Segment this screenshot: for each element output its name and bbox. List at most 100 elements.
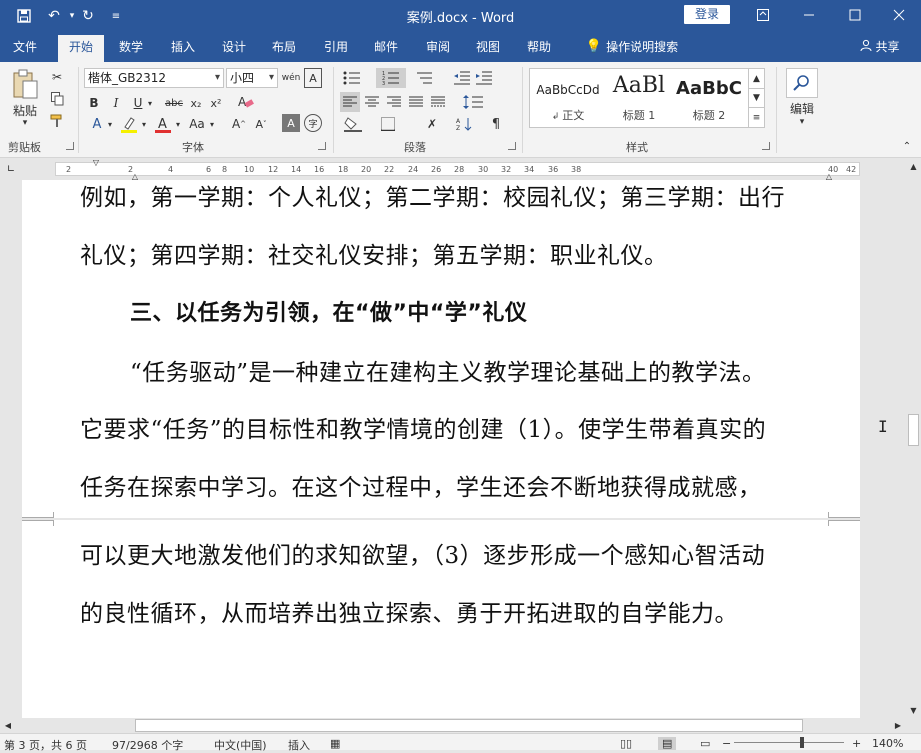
- right-indent-marker[interactable]: △: [824, 172, 834, 181]
- highlight-icon[interactable]: [118, 114, 140, 134]
- superscript-icon[interactable]: x²: [208, 94, 224, 112]
- strikethrough-icon[interactable]: abc: [162, 94, 186, 112]
- paragraph-launcher-icon[interactable]: [508, 142, 516, 150]
- search-icon[interactable]: [786, 68, 818, 98]
- paste-dropdown-icon[interactable]: ▾: [20, 118, 30, 128]
- align-left-icon[interactable]: [340, 92, 360, 112]
- font-color-dropdown-icon[interactable]: ▾: [174, 114, 182, 134]
- language[interactable]: 中文(中国): [214, 737, 267, 753]
- text-effects-dropdown-icon[interactable]: ▾: [106, 114, 114, 134]
- decrease-indent-icon[interactable]: [452, 68, 472, 88]
- vertical-scroll-thumb[interactable]: [908, 414, 919, 446]
- editing-button[interactable]: 编辑: [782, 100, 822, 116]
- bullets-icon[interactable]: [340, 68, 364, 88]
- hanging-indent-marker[interactable]: △: [130, 172, 140, 181]
- change-case-icon[interactable]: Aa: [186, 114, 208, 134]
- justify-icon[interactable]: [406, 92, 426, 112]
- copy-icon[interactable]: [48, 90, 66, 108]
- web-layout-icon[interactable]: ▭: [700, 737, 710, 750]
- ribbon-display-options-icon[interactable]: [740, 0, 786, 30]
- page-3[interactable]: 例如，第一学期：个人礼仪；第二学期：校园礼仪；第三学期：出行 礼仪；第四学期：社…: [22, 180, 860, 518]
- increase-indent-icon[interactable]: [474, 68, 494, 88]
- clear-formatting-icon[interactable]: A: [236, 92, 256, 112]
- style-heading-1[interactable]: AaBl 标题 1: [606, 69, 672, 127]
- document-area[interactable]: 例如，第一学期：个人礼仪；第二学期：校园礼仪；第三学期：出行 礼仪；第四学期：社…: [0, 180, 906, 718]
- format-painter-icon[interactable]: [48, 112, 66, 130]
- tab-math[interactable]: 数学: [110, 32, 152, 62]
- save-icon[interactable]: [14, 6, 34, 26]
- horizontal-ruler[interactable]: ∟ 2 2 4 6 8 10 12 14 16 18 20 22 24 26 2…: [0, 158, 921, 181]
- styles-more-icon[interactable]: ≡: [748, 107, 764, 127]
- scroll-left-icon[interactable]: ◀: [2, 719, 14, 732]
- italic-icon[interactable]: I: [108, 94, 124, 112]
- styles-scroll-down-icon[interactable]: ▼: [748, 88, 764, 107]
- zoom-level[interactable]: 140%: [872, 737, 903, 750]
- macro-record-icon[interactable]: ▦: [330, 737, 340, 750]
- undo-icon[interactable]: ↶: [44, 6, 64, 26]
- tab-references[interactable]: 引用: [315, 32, 357, 62]
- borders-icon[interactable]: [376, 114, 400, 134]
- zoom-slider-thumb[interactable]: [800, 737, 804, 748]
- style-normal[interactable]: AaBbCcDd ↲ 正文: [532, 69, 604, 127]
- first-line-indent-marker[interactable]: ▽: [91, 158, 101, 167]
- paste-button[interactable]: 粘贴: [8, 102, 42, 118]
- shading-icon[interactable]: [340, 114, 366, 134]
- tell-me-search[interactable]: 💡 操作说明搜索: [578, 32, 686, 62]
- character-shading-icon[interactable]: A: [282, 114, 300, 132]
- tab-mailings[interactable]: 邮件: [365, 32, 407, 62]
- insert-mode[interactable]: 插入: [288, 737, 310, 753]
- character-border-icon[interactable]: A: [304, 68, 322, 88]
- enclose-characters-icon[interactable]: 字: [304, 114, 322, 132]
- grow-font-icon[interactable]: A ^: [230, 114, 248, 134]
- zoom-slider[interactable]: [734, 742, 844, 743]
- underline-icon[interactable]: U: [130, 94, 146, 112]
- horizontal-scroll-thumb[interactable]: [135, 719, 803, 732]
- close-button[interactable]: [876, 0, 921, 30]
- tab-layout[interactable]: 布局: [263, 32, 305, 62]
- bold-icon[interactable]: B: [86, 94, 102, 112]
- tab-selector-icon[interactable]: ∟: [4, 162, 18, 176]
- subscript-icon[interactable]: x₂: [188, 94, 204, 112]
- scroll-right-icon[interactable]: ▶: [892, 719, 904, 732]
- text-effects-icon[interactable]: A: [86, 114, 108, 134]
- collapse-ribbon-icon[interactable]: ⌃: [900, 140, 914, 152]
- styles-scroll-up-icon[interactable]: ▲: [748, 69, 764, 88]
- customize-quick-access-icon[interactable]: ≡: [106, 6, 126, 26]
- vertical-scrollbar[interactable]: ▲ ▼: [906, 158, 921, 718]
- sort-icon[interactable]: AZ: [454, 114, 474, 134]
- line-spacing-icon[interactable]: [460, 92, 486, 112]
- paste-icon[interactable]: [8, 68, 42, 100]
- zoom-out-icon[interactable]: −: [722, 737, 731, 750]
- horizontal-scrollbar[interactable]: ◀ ▶: [0, 718, 921, 733]
- numbering-icon[interactable]: 123: [376, 68, 406, 88]
- style-heading-2[interactable]: AaBbC 标题 2: [676, 69, 742, 127]
- scroll-up-icon[interactable]: ▲: [908, 160, 919, 172]
- page-count[interactable]: 第 3 页，共 6 页: [4, 737, 87, 753]
- chinese-layout-icon[interactable]: ✗: [420, 114, 444, 134]
- read-mode-icon[interactable]: ▯▯: [620, 737, 632, 750]
- multilevel-list-icon[interactable]: [412, 68, 436, 88]
- zoom-in-icon[interactable]: +: [852, 737, 861, 750]
- font-size-combo[interactable]: 小四 ▾: [226, 68, 278, 88]
- font-launcher-icon[interactable]: [318, 142, 326, 150]
- minimize-button[interactable]: [786, 0, 832, 30]
- styles-launcher-icon[interactable]: [762, 142, 770, 150]
- show-formatting-marks-icon[interactable]: ¶: [486, 114, 506, 134]
- underline-dropdown-icon[interactable]: ▾: [146, 94, 154, 112]
- redo-icon[interactable]: ↻: [78, 6, 98, 26]
- tab-design[interactable]: 设计: [213, 32, 255, 62]
- tab-file[interactable]: 文件: [4, 32, 46, 62]
- align-right-icon[interactable]: [384, 92, 404, 112]
- tab-insert[interactable]: 插入: [162, 32, 204, 62]
- phonetic-guide-icon[interactable]: wén: [282, 68, 301, 88]
- page-4[interactable]: 可以更大地激发他们的求知欲望，（3）逐步形成一个感知心智活动 的良性循环，从而培…: [22, 520, 860, 718]
- cut-icon[interactable]: ✂: [48, 68, 66, 86]
- font-color-icon[interactable]: A: [152, 114, 174, 134]
- clipboard-launcher-icon[interactable]: [66, 142, 74, 150]
- login-button[interactable]: 登录: [684, 5, 730, 24]
- tab-view[interactable]: 视图: [467, 32, 509, 62]
- maximize-button[interactable]: [832, 0, 878, 30]
- tab-help[interactable]: 帮助: [518, 32, 560, 62]
- highlight-dropdown-icon[interactable]: ▾: [140, 114, 148, 134]
- share-button[interactable]: 共享: [852, 32, 908, 62]
